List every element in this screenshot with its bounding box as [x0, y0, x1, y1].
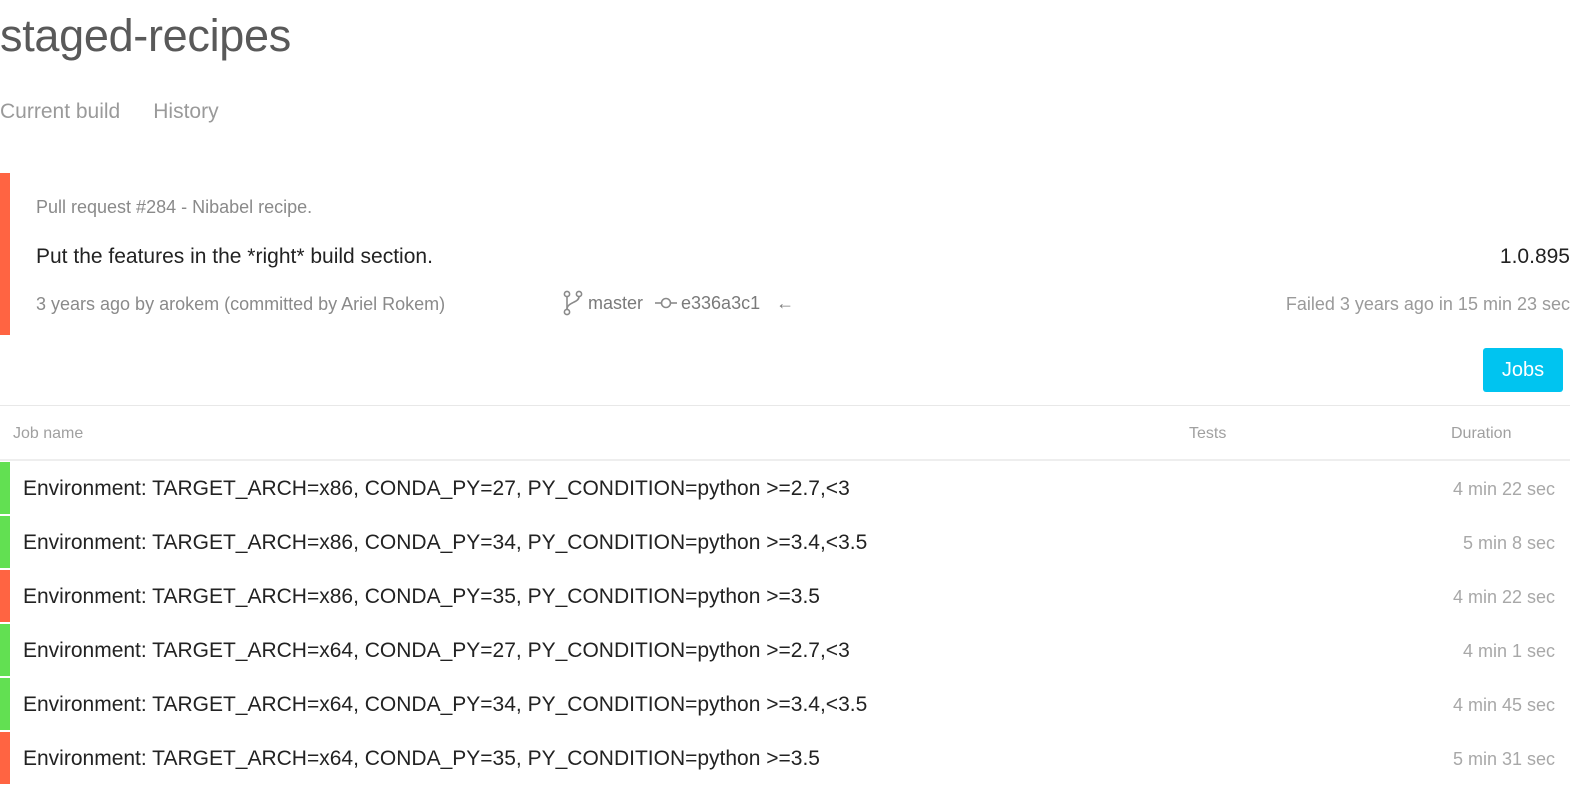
job-row[interactable]: Environment: TARGET_ARCH=x86, CONDA_PY=3…	[0, 516, 1570, 570]
job-duration: 4 min 45 sec	[1452, 695, 1555, 715]
git-branch-icon	[562, 290, 584, 316]
column-header-job-name: Job name	[13, 425, 84, 442]
git-commit-icon	[655, 296, 678, 310]
job-duration: 4 min 1 sec	[1462, 641, 1555, 661]
branch-name[interactable]: master	[588, 293, 643, 314]
divider	[0, 459, 1570, 461]
job-row[interactable]: Environment: TARGET_ARCH=x64, CONDA_PY=2…	[0, 624, 1570, 678]
build-tabs: Current build History	[0, 100, 219, 124]
pull-request-title: Pull request #284 - Nibabel recipe.	[36, 197, 313, 217]
tab-current-build[interactable]: Current build	[0, 100, 120, 124]
commit-hash[interactable]: e336a3c1	[681, 293, 760, 314]
repo-title: staged-recipes	[0, 10, 291, 61]
job-duration: 5 min 31 sec	[1452, 749, 1555, 769]
build-author: 3 years ago by arokem (committed by Arie…	[36, 294, 446, 314]
jobs-list: Environment: TARGET_ARCH=x86, CONDA_PY=2…	[0, 462, 1570, 786]
job-name: Environment: TARGET_ARCH=x64, CONDA_PY=3…	[23, 747, 820, 770]
column-header-duration: Duration	[1451, 425, 1512, 442]
build-status-text: Failed 3 years ago in 15 min 23 sec	[1285, 294, 1570, 314]
job-name: Environment: TARGET_ARCH=x64, CONDA_PY=3…	[23, 693, 868, 716]
job-duration: 5 min 8 sec	[1462, 533, 1555, 553]
build-meta: master e336a3c1 ←	[562, 290, 794, 316]
job-row[interactable]: Environment: TARGET_ARCH=x86, CONDA_PY=3…	[0, 570, 1570, 624]
commit-message: Put the features in the *right* build se…	[36, 245, 433, 268]
build-summary: Pull request #284 - Nibabel recipe. Put …	[0, 173, 1570, 335]
job-row[interactable]: Environment: TARGET_ARCH=x64, CONDA_PY=3…	[0, 678, 1570, 732]
divider	[0, 405, 1570, 406]
job-status-stripe	[0, 732, 10, 784]
job-duration: 4 min 22 sec	[1452, 587, 1555, 607]
job-status-stripe	[0, 516, 10, 568]
job-name: Environment: TARGET_ARCH=x86, CONDA_PY=3…	[23, 531, 868, 554]
job-row[interactable]: Environment: TARGET_ARCH=x86, CONDA_PY=2…	[0, 462, 1570, 516]
tab-history[interactable]: History	[153, 100, 218, 124]
job-row[interactable]: Environment: TARGET_ARCH=x64, CONDA_PY=3…	[0, 732, 1570, 786]
column-header-tests: Tests	[1189, 425, 1227, 442]
compare-arrow-icon[interactable]: ←	[776, 293, 794, 314]
job-name: Environment: TARGET_ARCH=x64, CONDA_PY=2…	[23, 639, 850, 662]
job-name: Environment: TARGET_ARCH=x86, CONDA_PY=2…	[23, 477, 850, 500]
job-name: Environment: TARGET_ARCH=x86, CONDA_PY=3…	[23, 585, 820, 608]
jobs-button[interactable]: Jobs	[1483, 348, 1563, 392]
job-status-stripe	[0, 462, 10, 514]
job-status-stripe	[0, 570, 10, 622]
job-status-stripe	[0, 678, 10, 730]
job-status-stripe	[0, 624, 10, 676]
job-duration: 4 min 22 sec	[1452, 479, 1555, 499]
build-status-stripe	[0, 173, 10, 335]
build-version: 1.0.895	[1499, 245, 1570, 268]
